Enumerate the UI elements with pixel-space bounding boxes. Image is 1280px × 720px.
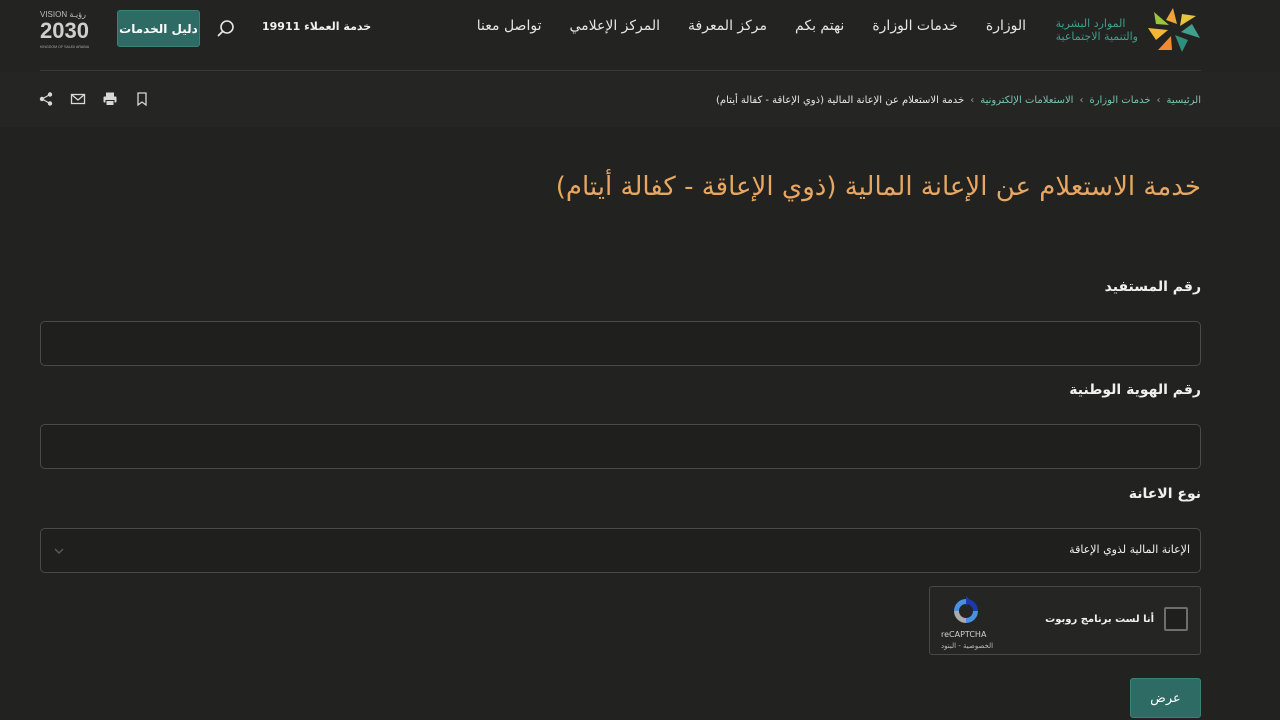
beneficiary-number-label: رقم المستفيد (1104, 279, 1201, 295)
recaptcha-checkbox[interactable] (1164, 607, 1188, 631)
header-divider (40, 70, 1201, 71)
breadcrumb-e-inquiries[interactable]: الاستعلامات الإلكترونية (980, 95, 1073, 106)
nav-we-care[interactable]: نهتم بكم (795, 18, 844, 40)
aid-type-selected-value: الإعانة المالية لذوي الإعاقة (1069, 543, 1190, 556)
nav-knowledge-center[interactable]: مركز المعرفة (688, 18, 767, 40)
mail-icon (70, 93, 86, 105)
logo-line-2: والتنمية الاجتماعية (1055, 30, 1138, 43)
recaptcha-widget: أنا لست برنامج روبوت reCAPTCHA الخصوصية … (929, 586, 1201, 655)
submit-button[interactable]: عرض (1130, 678, 1201, 718)
chevron-down-icon (54, 548, 64, 554)
breadcrumb-separator: › (970, 94, 975, 106)
nav-contact-us[interactable]: تواصل معنا (477, 18, 542, 40)
page-title: خدمة الاستعلام عن الإعانة المالية (ذوي ا… (555, 172, 1201, 202)
search-button[interactable] (216, 19, 236, 39)
email-button[interactable] (70, 90, 86, 108)
ministry-logo-text: الموارد البشرية والتنمية الاجتماعية (1056, 17, 1138, 43)
main-nav: الوزارة خدمات الوزارة نهتم بكم مركز المع… (477, 18, 1026, 40)
recaptcha-privacy-terms[interactable]: الخصوصية - البنود (941, 642, 993, 650)
breadcrumb-separator: › (1156, 94, 1161, 106)
vision-sub-text: KINGDOM OF SAUDI ARABIA (40, 45, 90, 49)
aid-type-select[interactable]: الإعانة المالية لذوي الإعاقة (40, 528, 1201, 573)
breadcrumb-home[interactable]: الرئيسية (1167, 95, 1201, 106)
breadcrumb-separator: › (1079, 94, 1084, 106)
breadcrumb-ministry-services[interactable]: خدمات الوزارة (1089, 95, 1150, 106)
customer-service-number[interactable]: خدمة العملاء 19911 (262, 20, 371, 33)
breadcrumb-current: خدمة الاستعلام عن الإعانة المالية (ذوي ا… (716, 94, 965, 106)
national-id-input[interactable] (40, 424, 1201, 469)
aid-type-label: نوع الاعانة (1128, 486, 1201, 502)
bookmark-button[interactable] (134, 90, 150, 108)
ministry-logo[interactable]: الموارد البشرية والتنمية الاجتماعية (1052, 6, 1202, 54)
recaptcha-logo-icon (954, 596, 978, 623)
logo-line-1: الموارد البشرية (1055, 17, 1126, 30)
ministry-logo-mark-icon (1148, 8, 1200, 52)
nav-ministry-services[interactable]: خدمات الوزارة (872, 18, 958, 40)
page-tools (38, 90, 150, 110)
beneficiary-number-input[interactable] (40, 321, 1201, 366)
vision-year-text: 2030 (40, 18, 89, 43)
breadcrumb: الرئيسية › خدمات الوزارة › الاستعلامات ا… (716, 93, 1201, 107)
print-button[interactable] (102, 90, 118, 108)
nav-media-center[interactable]: المركز الإعلامي (569, 18, 660, 40)
vision-2030-logo: VISION رؤيـة 2030 KINGDOM OF SAUDI ARABI… (40, 10, 90, 49)
search-icon (217, 20, 234, 37)
recaptcha-brand: reCAPTCHA (941, 630, 987, 639)
services-guide-button[interactable]: دليل الخدمات (117, 10, 200, 47)
site-header: الموارد البشرية والتنمية الاجتماعية الوز… (0, 0, 1280, 72)
nav-ministry[interactable]: الوزارة (986, 18, 1026, 40)
share-icon (39, 92, 53, 106)
share-button[interactable] (38, 90, 54, 108)
bookmark-icon (137, 92, 147, 107)
print-icon (103, 92, 117, 106)
recaptcha-label: أنا لست برنامج روبوت (1045, 614, 1154, 625)
national-id-label: رقم الهوية الوطنية (1069, 382, 1201, 398)
